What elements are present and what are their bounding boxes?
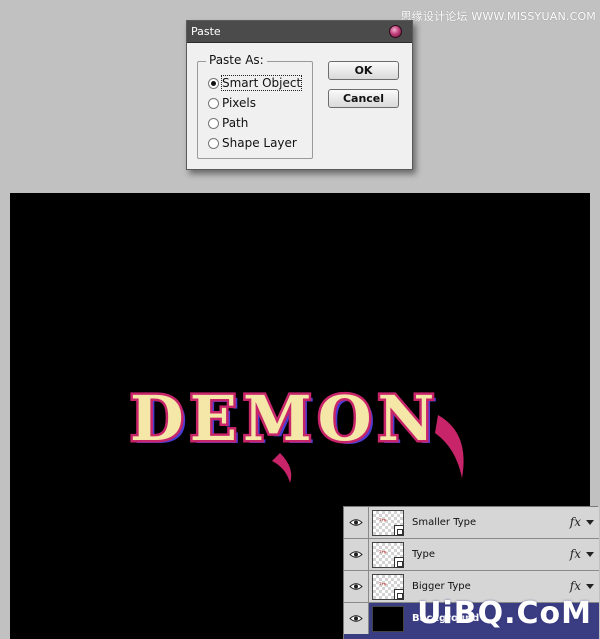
option-label: Path bbox=[222, 116, 249, 130]
thumb-glyph: ᵀʸᵖ bbox=[379, 582, 387, 589]
visibility-toggle[interactable] bbox=[344, 507, 369, 538]
eye-icon bbox=[349, 551, 363, 558]
option-label: Shape Layer bbox=[222, 136, 297, 150]
radio-path[interactable] bbox=[208, 117, 219, 129]
dialog-title: Paste bbox=[191, 25, 221, 38]
thumb-glyph: ᵀʸᵖ bbox=[379, 518, 387, 525]
eye-icon bbox=[349, 583, 363, 590]
radio-smart-object[interactable] bbox=[208, 77, 219, 89]
radio-shape-layer[interactable] bbox=[208, 137, 219, 149]
watermark-bottom: UiBQ.CoM bbox=[417, 596, 592, 631]
option-path[interactable]: Path bbox=[208, 115, 248, 131]
paste-as-group: Paste As: Smart Object Pixels Path Shape… bbox=[197, 53, 313, 159]
paste-as-label: Paste As: bbox=[206, 53, 267, 67]
smart-object-icon bbox=[394, 557, 404, 568]
close-icon[interactable] bbox=[389, 25, 402, 38]
cancel-button[interactable]: Cancel bbox=[328, 89, 399, 108]
option-label: Pixels bbox=[222, 96, 257, 110]
layer-name: Bigger Type bbox=[412, 581, 471, 592]
layer-name: Type bbox=[412, 549, 435, 560]
expand-arrow-icon[interactable] bbox=[586, 520, 594, 525]
option-pixels[interactable]: Pixels bbox=[208, 95, 256, 111]
fx-icon[interactable]: fx bbox=[570, 547, 581, 561]
option-label: Smart Object bbox=[220, 75, 303, 91]
demon-text: DEMON bbox=[130, 382, 440, 455]
layer-row-type[interactable]: ᵀʸᵖ Type fx bbox=[344, 539, 599, 571]
ok-button[interactable]: OK bbox=[328, 61, 399, 80]
expand-arrow-icon[interactable] bbox=[586, 584, 594, 589]
smart-object-icon bbox=[394, 525, 404, 536]
visibility-toggle[interactable] bbox=[344, 603, 369, 634]
layer-thumbnail bbox=[372, 606, 404, 632]
visibility-toggle[interactable] bbox=[344, 539, 369, 570]
visibility-toggle[interactable] bbox=[344, 571, 369, 602]
layer-thumbnail: ᵀʸᵖ bbox=[372, 574, 404, 600]
layer-row-smaller-type[interactable]: ᵀʸᵖ Smaller Type fx bbox=[344, 507, 599, 539]
layer-thumbnail: ᵀʸᵖ bbox=[372, 510, 404, 536]
eye-icon bbox=[349, 519, 363, 526]
paste-dialog: Paste Paste As: Smart Object Pixels Path… bbox=[186, 20, 413, 170]
radio-pixels[interactable] bbox=[208, 97, 219, 109]
fx-icon[interactable]: fx bbox=[570, 515, 581, 529]
expand-arrow-icon[interactable] bbox=[586, 552, 594, 557]
thumb-glyph: ᵀʸᵖ bbox=[379, 550, 387, 557]
smart-object-icon bbox=[394, 589, 404, 600]
fx-icon[interactable]: fx bbox=[570, 579, 581, 593]
dialog-titlebar[interactable]: Paste bbox=[187, 21, 412, 43]
option-shape-layer[interactable]: Shape Layer bbox=[208, 135, 297, 151]
option-smart-object[interactable]: Smart Object bbox=[208, 75, 303, 91]
layer-name: Smaller Type bbox=[412, 517, 477, 528]
eye-icon bbox=[349, 615, 363, 622]
watermark-top: 思缘设计论坛 WWW.MISSYUAN.COM bbox=[400, 10, 596, 23]
layer-thumbnail: ᵀʸᵖ bbox=[372, 542, 404, 568]
